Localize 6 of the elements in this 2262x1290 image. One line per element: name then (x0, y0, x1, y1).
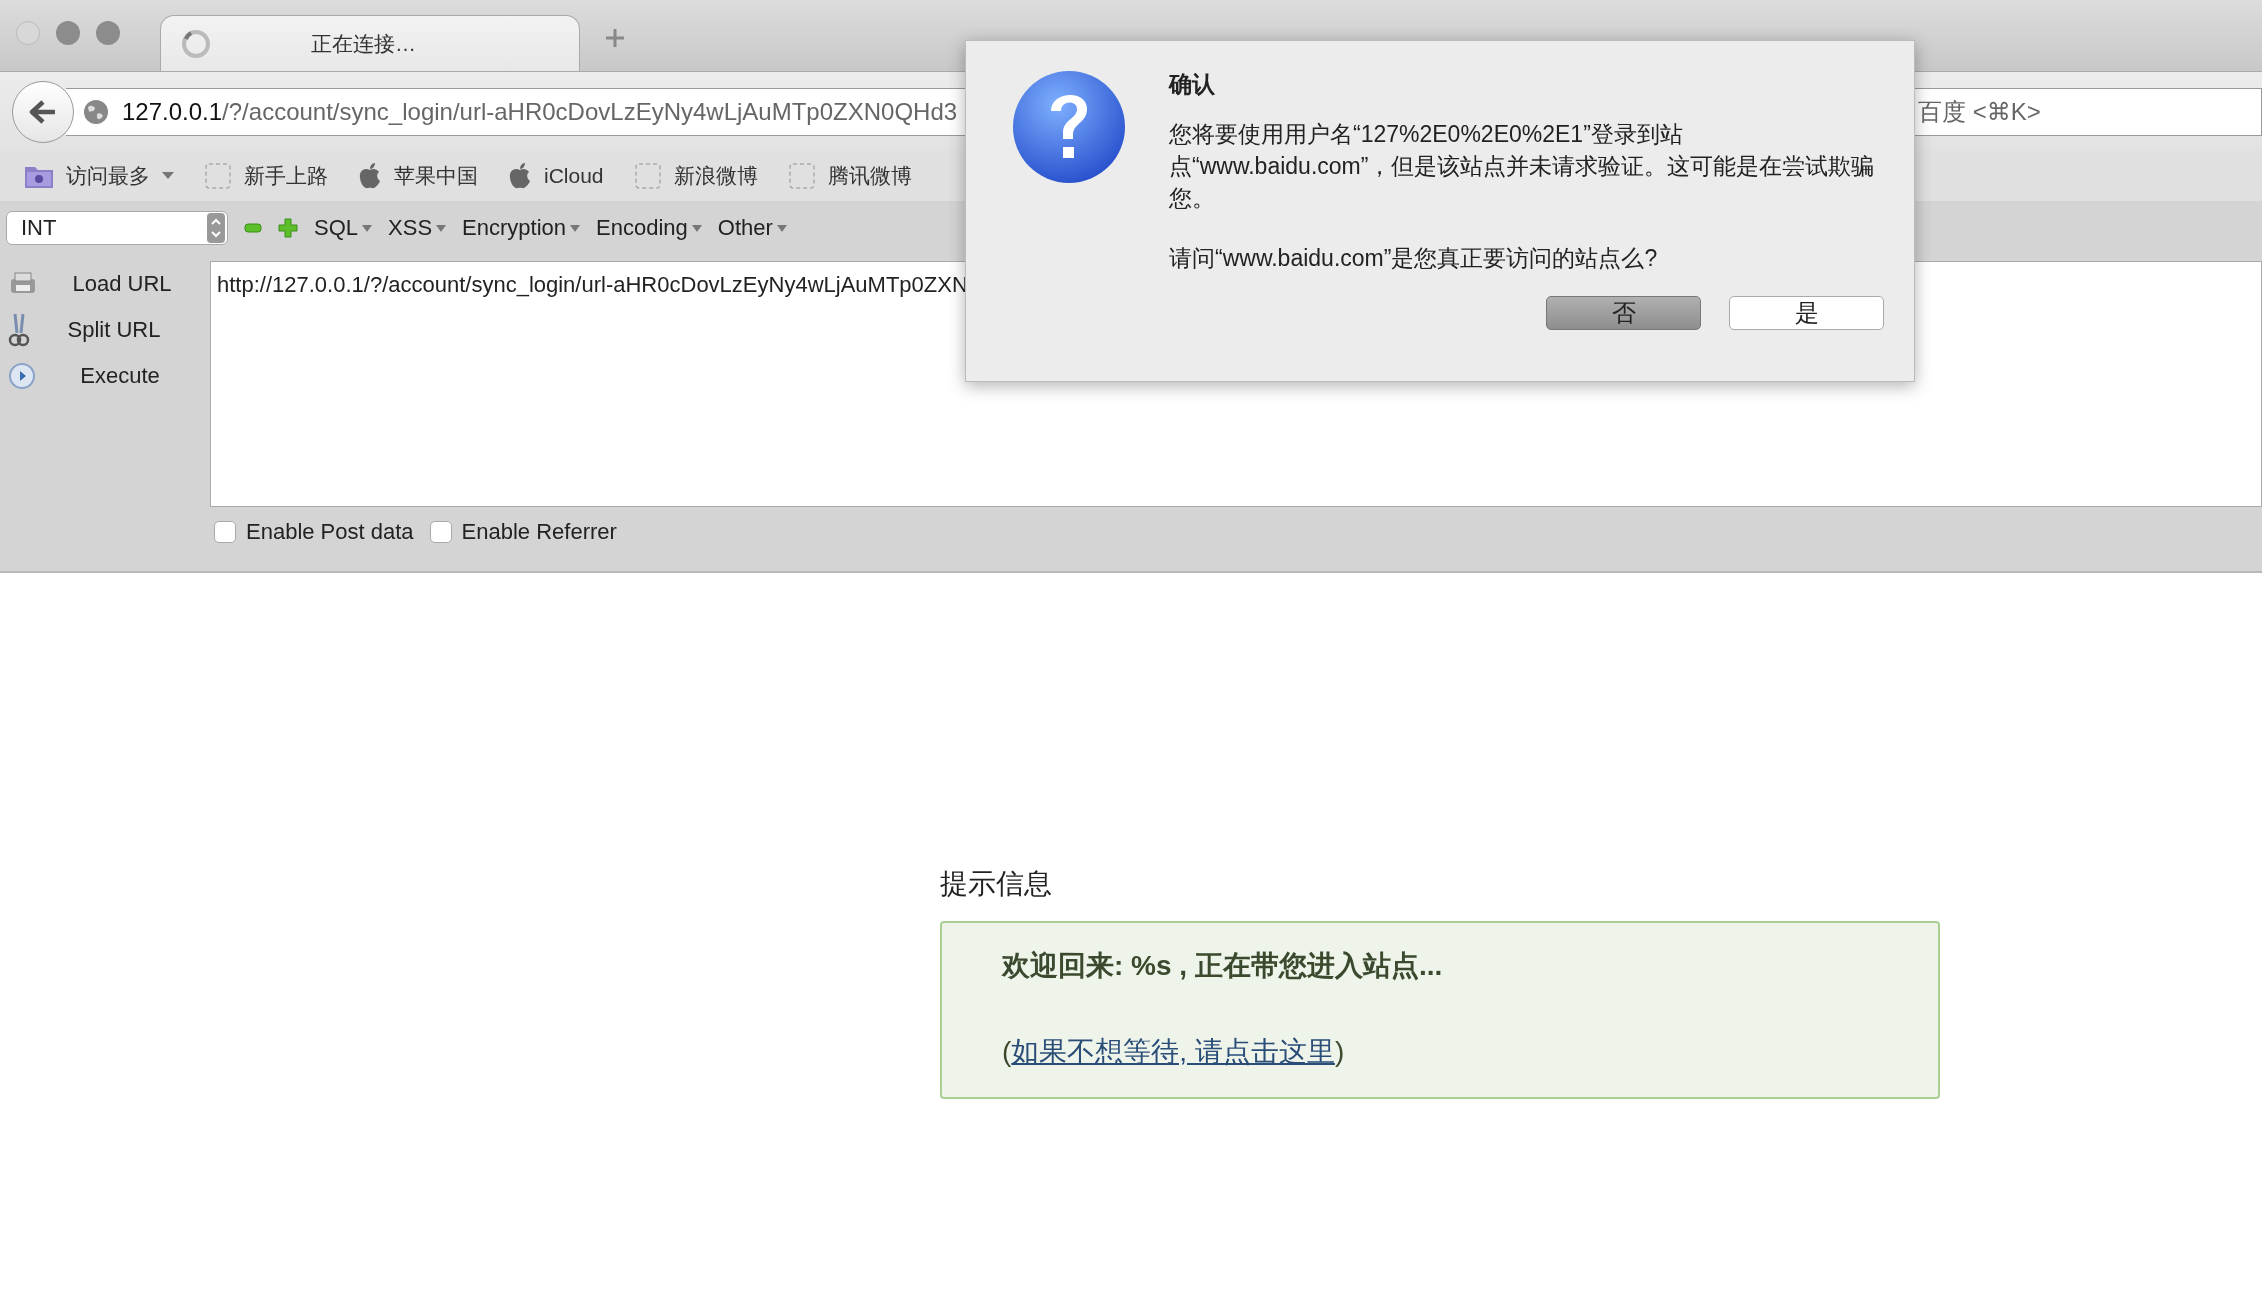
welcome-message: 欢迎回来: %s , 正在带您进入站点... (1002, 949, 1443, 983)
url-text: 127.0.0.1/?/account/sync_login/url-aHR0cDovLzEyNy4wLjAuMTp0ZXN0QHd3 (122, 97, 958, 126)
section-heading: 提示信息 (940, 867, 1052, 901)
link-line: (如果不想等待, 请点击这里) (1002, 1035, 1345, 1069)
dialog-message: 您将要使用用户名“127%2E0%2E0%2E1”登录到站点“www.baidu.com”，但是该站点并未请求验证。这可能是在尝试欺骗您。 (1169, 120, 1876, 213)
dialog-title: 确认 (1169, 70, 1215, 99)
